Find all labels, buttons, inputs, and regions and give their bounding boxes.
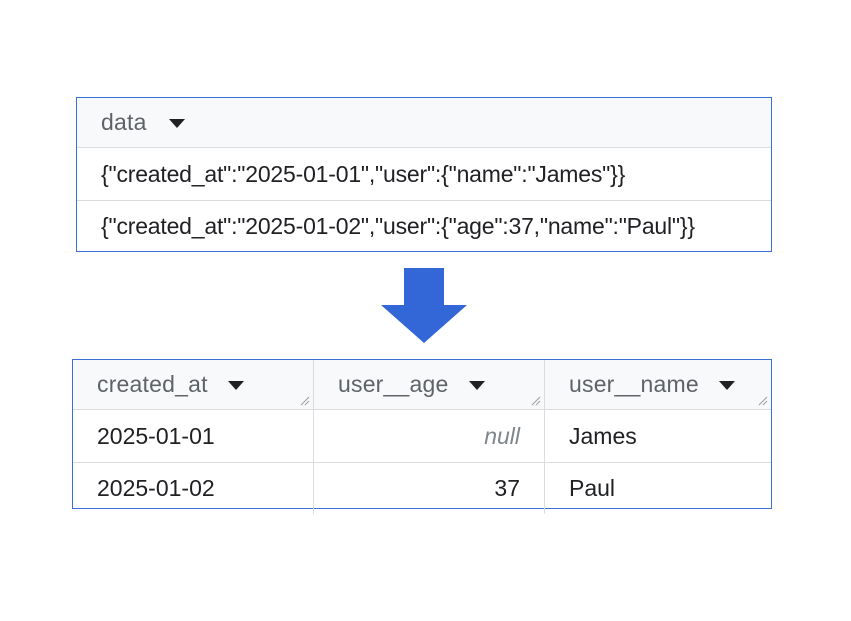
sort-dropdown-icon[interactable] xyxy=(227,381,244,390)
column-header-user-name[interactable]: user__name xyxy=(544,360,771,409)
cell-user-name: Paul xyxy=(544,463,771,514)
table-row: 2025-01-01 null James xyxy=(73,410,771,462)
sort-dropdown-icon[interactable] xyxy=(468,381,485,390)
cell-user-age: null xyxy=(313,410,544,462)
sort-dropdown-icon[interactable] xyxy=(718,381,735,390)
source-row: {"created_at":"2025-01-02","user":{"age"… xyxy=(77,200,771,252)
resize-handle-icon[interactable] xyxy=(300,396,310,406)
column-header-created-at[interactable]: created_at xyxy=(73,360,313,409)
down-arrow-icon xyxy=(381,268,467,343)
source-cell: {"created_at":"2025-01-01","user":{"name… xyxy=(101,160,626,187)
source-row: {"created_at":"2025-01-01","user":{"name… xyxy=(77,148,771,200)
column-header-user-age[interactable]: user__age xyxy=(313,360,544,409)
cell-user-name: James xyxy=(544,410,771,462)
source-column-header[interactable]: data xyxy=(101,109,147,136)
resize-handle-icon[interactable] xyxy=(531,396,541,406)
source-header: data xyxy=(77,98,771,148)
resize-handle-icon[interactable] xyxy=(758,396,768,406)
result-header: created_at user__age user__name xyxy=(73,360,771,410)
null-value: null xyxy=(484,422,520,449)
cell-created-at: 2025-01-02 xyxy=(97,475,215,501)
sort-dropdown-icon[interactable] xyxy=(168,119,185,128)
cell-user-age: 37 xyxy=(313,463,544,514)
source-cell: {"created_at":"2025-01-02","user":{"age"… xyxy=(101,213,695,239)
source-table: data {"created_at":"2025-01-01","user":{… xyxy=(76,97,772,252)
table-row: 2025-01-02 37 Paul xyxy=(73,462,771,514)
cell-created-at: 2025-01-01 xyxy=(97,422,215,449)
result-table: created_at user__age user__name 2025-01-… xyxy=(72,359,772,514)
